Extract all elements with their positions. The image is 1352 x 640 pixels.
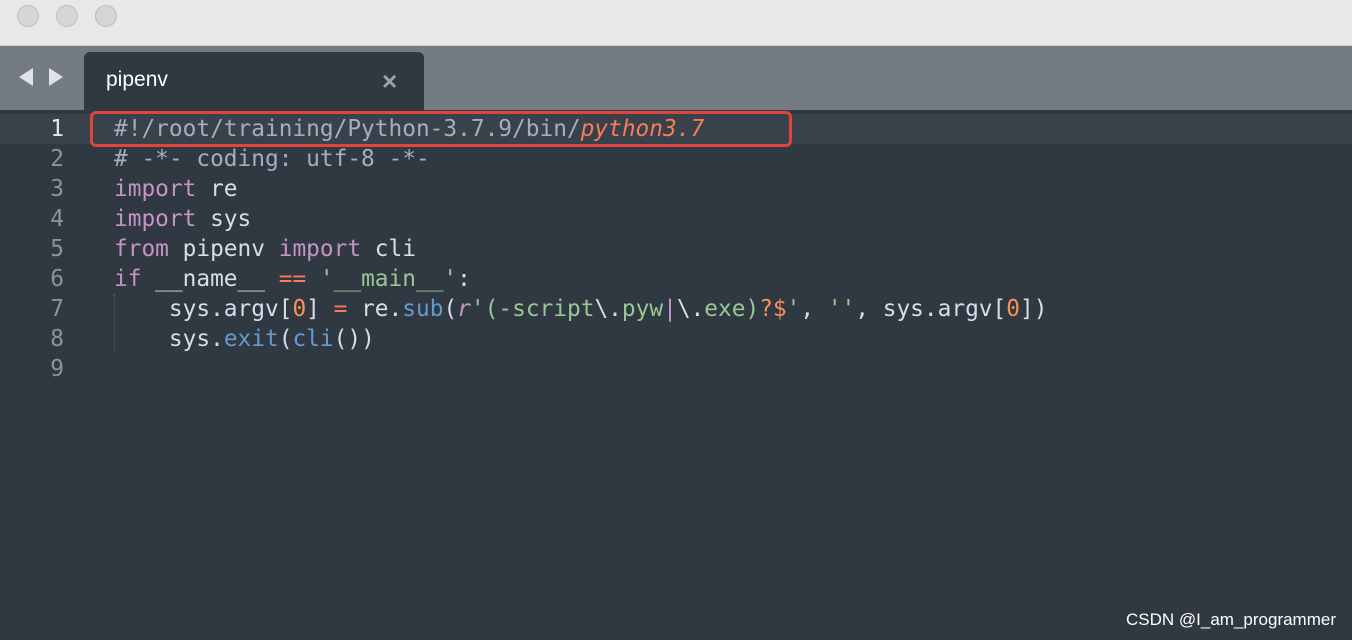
- code-token: exit: [223, 326, 279, 352]
- tab-pipenv[interactable]: pipenv ×: [84, 52, 424, 110]
- code-token: # -*- coding: utf-8 -*-: [114, 146, 430, 172]
- code-text: import sys: [114, 204, 251, 234]
- line-number: 1: [50, 116, 64, 142]
- code-line[interactable]: 4 import sys: [0, 204, 1352, 234]
- code-text: # -*- coding: utf-8 -*-: [114, 144, 430, 174]
- minimize-window-button[interactable]: [56, 5, 78, 27]
- code-token: pipenv: [168, 236, 279, 262]
- watermark: CSDN @I_am_programmer: [1126, 610, 1336, 629]
- tab-label: pipenv: [106, 68, 168, 91]
- code-token: if: [114, 266, 142, 292]
- code-token: ]): [1020, 296, 1048, 322]
- code-token: '': [827, 296, 856, 322]
- code-line[interactable]: 8 sys.exit(cli()): [0, 324, 1352, 354]
- code-line[interactable]: 6 if __name__ == '__main__':: [0, 264, 1352, 294]
- code-text: sys.argv[0] = re.sub(r'(-script\.pyw|\.e…: [114, 294, 1048, 324]
- code-text: from pipenv import cli: [114, 234, 416, 264]
- code-token: :: [457, 266, 471, 292]
- code-token: , sys.argv[: [855, 296, 1007, 322]
- code-token: sub: [402, 296, 444, 322]
- line-number: 3: [50, 176, 64, 202]
- line-number: 5: [50, 236, 64, 262]
- code-token: from: [114, 236, 169, 262]
- line-number: 4: [50, 206, 64, 232]
- line-number: 8: [50, 326, 64, 352]
- code-token: cli: [361, 236, 416, 262]
- code-token: sys: [196, 206, 252, 232]
- code-token: |: [663, 296, 677, 322]
- back-arrow-icon[interactable]: [19, 68, 33, 86]
- close-tab-icon[interactable]: ×: [382, 66, 397, 96]
- zoom-window-button[interactable]: [95, 5, 117, 27]
- code-token: ==: [278, 266, 307, 292]
- tab-bar: pipenv ×: [0, 46, 1352, 110]
- line-number: 7: [50, 296, 64, 322]
- code-text: sys.exit(cli()): [114, 324, 375, 354]
- code-token: ': [786, 296, 801, 322]
- code-line[interactable]: 5 from pipenv import cli: [0, 234, 1352, 264]
- code-text: if __name__ == '__main__':: [114, 264, 471, 294]
- window-titlebar: [0, 0, 1352, 46]
- code-editor[interactable]: 1 #!/root/training/Python-3.7.9/bin/pytho…: [0, 110, 1352, 640]
- code-token: sys.: [114, 326, 224, 352]
- highlight-annotation-box: [90, 111, 792, 147]
- code-text: import re: [114, 174, 238, 204]
- code-token: __name__: [141, 266, 279, 292]
- code-token: \.: [594, 296, 622, 322]
- code-token: pyw: [621, 296, 664, 322]
- forward-arrow-icon[interactable]: [49, 68, 63, 86]
- code-token: re.: [347, 296, 403, 322]
- code-line[interactable]: 3 import re: [0, 174, 1352, 204]
- code-token: \.: [676, 296, 705, 322]
- close-window-button[interactable]: [17, 5, 39, 27]
- code-token: r: [457, 296, 471, 322]
- code-token: sys.argv[: [114, 296, 293, 322]
- code-token: 0: [292, 296, 307, 322]
- code-token: ]: [306, 296, 334, 322]
- code-line[interactable]: 9: [0, 354, 1352, 384]
- code-token: 0: [1006, 296, 1020, 322]
- code-token: re: [196, 176, 238, 202]
- code-token: ?$: [759, 296, 787, 322]
- code-token: import: [114, 176, 197, 202]
- code-token: '(-script: [470, 296, 595, 322]
- code-token: import: [114, 206, 197, 232]
- line-number: 6: [50, 266, 64, 292]
- code-token: =: [333, 296, 348, 322]
- line-number: 2: [50, 146, 64, 172]
- code-line[interactable]: 2 # -*- coding: utf-8 -*-: [0, 144, 1352, 174]
- line-number: 9: [50, 356, 64, 382]
- code-token: import: [278, 236, 362, 262]
- code-token: cli: [292, 326, 334, 352]
- code-token: (: [443, 296, 458, 322]
- code-token: ()): [333, 326, 375, 352]
- code-token: exe): [704, 296, 760, 322]
- code-token: ,: [800, 296, 828, 322]
- code-token: (: [278, 326, 293, 352]
- indent-guide: [114, 294, 115, 354]
- code-line[interactable]: 7 sys.argv[0] = re.sub(r'(-script\.pyw|\…: [0, 294, 1352, 324]
- code-token: '__main__': [319, 266, 458, 292]
